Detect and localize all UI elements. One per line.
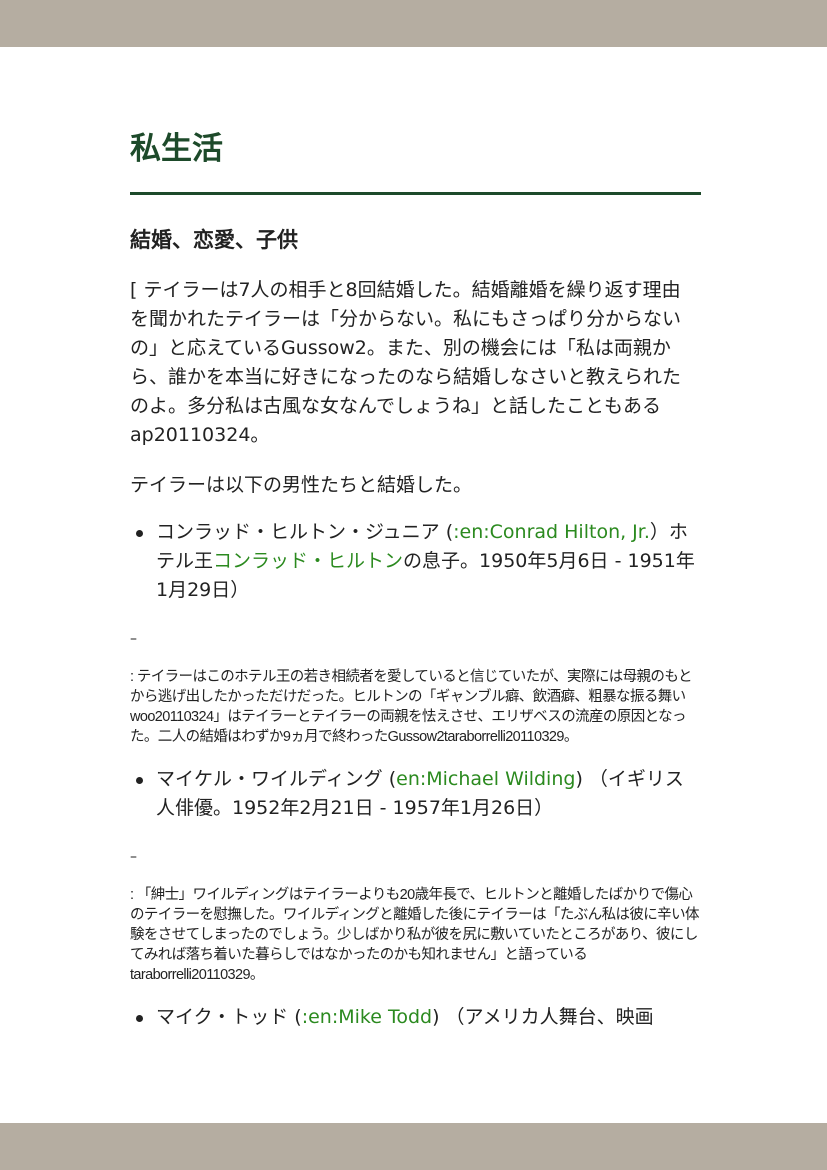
spouse-list: マイク・トッド (:en:Mike Todd) （アメリカ人舞台、映画	[130, 1003, 701, 1032]
spouse-name: コンラッド・ヒルトン・ジュニア (	[156, 521, 454, 543]
spouse-detail: ) （アメリカ人舞台、映画	[432, 1006, 654, 1028]
intro-paragraph: [ テイラーは7人の相手と8回結婚した。結婚離婚を繰り返す理由を聞かれたテイラー…	[130, 279, 682, 446]
link-conrad-hilton-jr[interactable]: :en:Conrad Hilton, Jr.	[453, 521, 650, 543]
link-michael-wilding[interactable]: en:Michael Wilding	[396, 768, 575, 790]
link-conrad-hilton[interactable]: コンラッド・ヒルトン	[213, 550, 403, 572]
spouse-name: マイケル・ワイルディング (	[156, 768, 397, 790]
list-item-wilding: マイケル・ワイルディング (en:Michael Wilding) （イギリス人…	[130, 765, 701, 823]
link-mike-todd[interactable]: :en:Mike Todd	[302, 1006, 432, 1028]
subsection-heading: 結婚、恋愛、子供	[130, 228, 298, 252]
list-item-todd: マイク・トッド (:en:Mike Todd) （アメリカ人舞台、映画	[130, 1003, 701, 1032]
lead-paragraph: テイラーは以下の男性たちと結婚した。	[130, 474, 473, 496]
bottom-band	[0, 1123, 827, 1170]
list-item-hilton: コンラッド・ヒルトン・ジュニア (:en:Conrad Hilton, Jr.）…	[130, 518, 701, 605]
spouse-list: マイケル・ワイルディング (en:Michael Wilding) （イギリス人…	[130, 765, 701, 823]
dash-marker: –	[130, 631, 137, 647]
note-hilton: : テイラーはこのホテル王の若き相続者を愛していると信じていたが、実際には母親の…	[130, 669, 692, 745]
spouse-name: マイク・トッド (	[156, 1006, 302, 1028]
page-content: 私生活 結婚、恋愛、子供 [ テイラーは7人の相手と8回結婚した。結婚離婚を繰り…	[130, 127, 701, 1032]
note-wilding: : 「紳士」ワイルディングはテイラーよりも20歳年長で、ヒルトンと離婚したばかり…	[130, 887, 699, 983]
spouse-list: コンラッド・ヒルトン・ジュニア (:en:Conrad Hilton, Jr.）…	[130, 518, 701, 605]
dash-marker: –	[130, 849, 137, 865]
section-heading: 私生活	[130, 127, 701, 195]
top-band	[0, 0, 827, 47]
